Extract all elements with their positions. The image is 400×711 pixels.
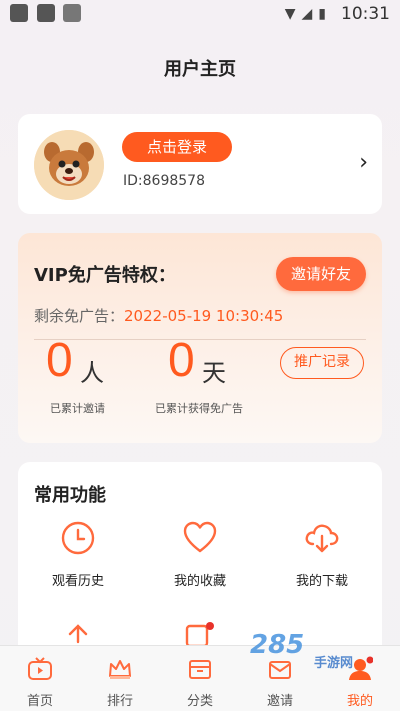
invited-count: 0 — [46, 334, 73, 387]
cloud-download-icon — [305, 524, 339, 553]
days-unit: 天 — [202, 359, 226, 387]
invited-unit: 人 — [80, 359, 104, 387]
remaining-date: 2022-05-19 10:30:45 — [124, 307, 284, 325]
chipmunk-avatar-icon — [34, 130, 104, 200]
user-id: ID:8698578 — [123, 173, 205, 189]
tab-home-label: 首页 — [26, 694, 53, 709]
favorites-item[interactable]: 我的收藏 — [150, 520, 250, 589]
clock-icon — [61, 521, 95, 555]
battery-icon: ▮ — [318, 6, 332, 22]
profile-card[interactable]: 点击登录 ID:8698578 › — [18, 114, 382, 214]
crown-icon — [109, 660, 131, 679]
signal-icon: ◢ — [301, 6, 319, 22]
notification-icon — [37, 4, 55, 22]
notification-icon — [10, 4, 28, 22]
login-button[interactable]: 点击登录 — [122, 132, 232, 162]
box-icon — [189, 660, 211, 679]
invite-friends-button[interactable]: 邀请好友 — [276, 257, 366, 291]
watch-history-item[interactable]: 观看历史 — [28, 520, 128, 589]
functions-title: 常用功能 — [34, 485, 106, 506]
watermark-text: 285 — [250, 630, 305, 660]
downloads-item[interactable]: 我的下载 — [272, 520, 372, 589]
remaining-label: 剩余免广告： — [34, 307, 125, 325]
promotion-record-button[interactable]: 推广记录 — [280, 347, 364, 379]
tab-ranking[interactable]: 排行 — [80, 646, 160, 711]
days-count: 0 — [168, 334, 195, 387]
tab-category[interactable]: 分类 — [160, 646, 240, 711]
system-icons: ▼◢▮ — [285, 6, 332, 22]
tab-invite-label: 邀请 — [266, 694, 293, 709]
invited-label: 已累计邀请 — [50, 402, 105, 415]
watermark-sub: 手游网 — [314, 656, 354, 671]
avatar[interactable] — [34, 130, 104, 200]
watch-history-label: 观看历史 — [51, 574, 104, 589]
tab-home[interactable]: 首页 — [0, 646, 80, 711]
heart-icon — [183, 521, 217, 553]
tab-mine-label: 我的 — [346, 694, 373, 709]
app-notification-icon — [63, 4, 81, 22]
tv-icon — [28, 657, 52, 680]
wifi-icon: ▼ — [284, 6, 302, 22]
tab-ranking-label: 排行 — [106, 694, 133, 709]
status-bar: ▼◢▮ 10:31 — [0, 0, 400, 28]
page-title: 用户主页 — [164, 59, 236, 80]
remaining-ad-free: 剩余免广告：2022-05-19 10:30:45 — [34, 305, 283, 326]
favorites-label: 我的收藏 — [173, 574, 226, 589]
status-time: 10:31 — [341, 4, 390, 24]
vip-title: VIP免广告特权： — [34, 265, 176, 286]
chevron-right-icon[interactable]: › — [359, 150, 368, 175]
watermark-logo: 285 手游网 — [250, 630, 380, 671]
vip-card: VIP免广告特权： 邀请好友 剩余免广告：2022-05-19 10:30:45… — [18, 233, 382, 443]
downloads-label: 我的下载 — [295, 574, 348, 589]
divider — [34, 339, 366, 340]
tab-category-label: 分类 — [186, 694, 213, 709]
days-label: 已累计获得免广告 — [155, 402, 243, 415]
